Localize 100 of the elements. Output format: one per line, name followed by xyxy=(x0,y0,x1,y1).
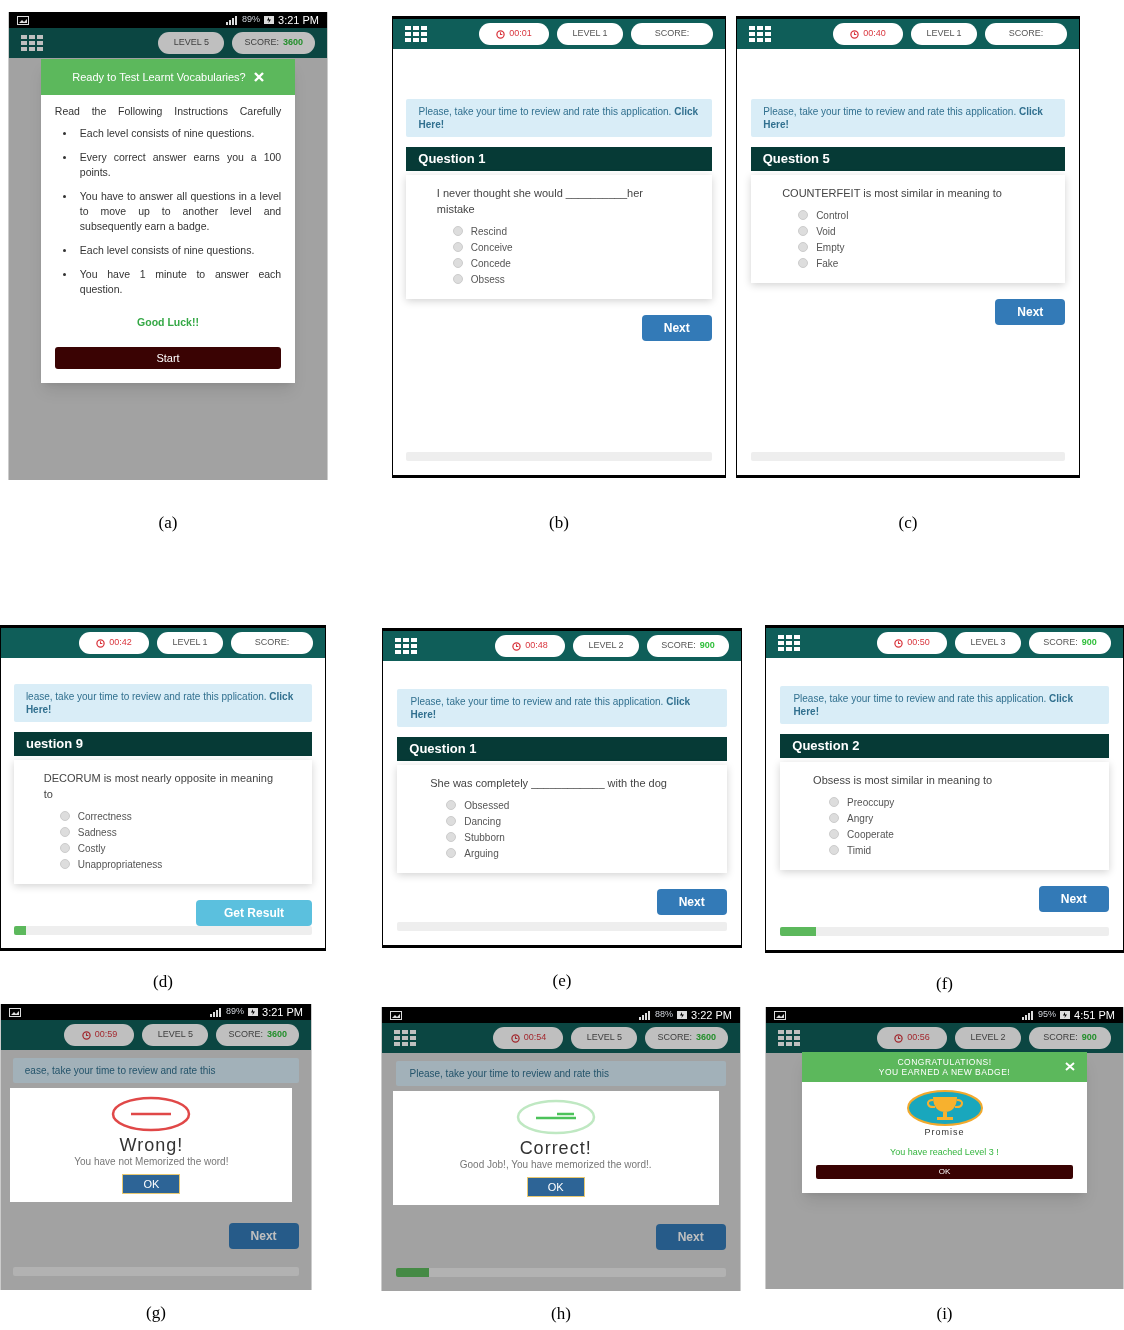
badge-name: Promise xyxy=(924,1126,965,1139)
rate-app-notice: lease, take your time to review and rate this pplication. Click Here! xyxy=(13,684,313,722)
radio-button[interactable] xyxy=(446,800,457,810)
question-title: Question 1 xyxy=(406,147,712,171)
answer-option[interactable]: Cooperate xyxy=(829,826,1076,842)
dialog-title: Ready to Test Learnt Vocabularies? xyxy=(72,69,246,85)
level-pill: LEVEL 5 xyxy=(142,1024,209,1046)
menu-icon xyxy=(21,35,43,51)
answer-option[interactable]: Dancing xyxy=(446,813,694,829)
clock-icon xyxy=(496,29,506,39)
next-button[interactable]: Next xyxy=(655,1224,726,1250)
timer-text: 00:48 xyxy=(525,639,548,653)
radio-button[interactable] xyxy=(59,827,70,837)
radio-button[interactable] xyxy=(446,832,457,842)
timer-text: 00:42 xyxy=(109,636,132,650)
ok-button[interactable]: OK xyxy=(815,1165,1074,1179)
ok-button[interactable]: OK xyxy=(526,1177,585,1197)
next-button[interactable]: Next xyxy=(1038,886,1109,912)
answer-option[interactable]: Concede xyxy=(452,255,682,271)
answer-option[interactable]: Unappropriateness xyxy=(59,856,283,872)
radio-button[interactable] xyxy=(452,242,463,252)
battery-percent: 89% xyxy=(242,13,261,27)
radio-button[interactable] xyxy=(446,848,457,858)
radio-button[interactable] xyxy=(798,242,809,252)
rate-app-notice: Please, take your time to review and rate this application. Click Here! xyxy=(750,99,1066,137)
instructions-intro: Read the Following Instructions Carefully xyxy=(54,105,282,117)
next-button[interactable]: Next xyxy=(995,299,1066,325)
radio-button[interactable] xyxy=(829,845,840,855)
figure-caption: (c) xyxy=(897,512,919,534)
level-pill: LEVEL 1 xyxy=(557,23,623,45)
radio-button[interactable] xyxy=(59,859,70,869)
score-value: 900 xyxy=(699,639,715,653)
answer-option[interactable]: Conceive xyxy=(452,239,682,255)
question-text: COUNTERFEIT is most similar in meaning to xyxy=(782,186,1003,201)
radio-button[interactable] xyxy=(452,274,463,284)
next-button[interactable]: Next xyxy=(656,889,727,915)
level-pill: LEVEL 2 xyxy=(955,1027,1021,1049)
start-button[interactable]: Start xyxy=(54,346,282,369)
timer-text: 00:50 xyxy=(907,636,930,650)
level-message: You have reached Level 3 ! xyxy=(890,1145,999,1159)
radio-button[interactable] xyxy=(59,843,70,853)
menu-icon xyxy=(749,26,771,42)
answer-option[interactable]: Obsess xyxy=(452,271,682,287)
score-value: 900 xyxy=(1081,1031,1097,1045)
figure-caption: (f) xyxy=(935,973,954,995)
radio-button[interactable] xyxy=(798,210,809,220)
status-time: 3:22 PM xyxy=(691,1007,732,1023)
battery-icon xyxy=(264,15,275,25)
level-pill: LEVEL 1 xyxy=(911,23,977,45)
answer-option[interactable]: Correctness xyxy=(59,808,283,824)
answer-option[interactable]: Costly xyxy=(59,840,283,856)
answer-option[interactable]: Obsessed xyxy=(446,797,694,813)
rate-app-notice: Please, take your time to review and rate this application. Click Here! xyxy=(780,686,1109,724)
radio-button[interactable] xyxy=(452,258,463,268)
battery-icon xyxy=(248,1007,259,1017)
next-button[interactable]: Next xyxy=(641,315,712,341)
dialog-message: You have not Memorized the word! xyxy=(73,1156,230,1168)
radio-button[interactable] xyxy=(798,258,809,268)
radio-button[interactable] xyxy=(452,226,463,236)
score-label: SCORE: xyxy=(661,639,696,653)
radio-button[interactable] xyxy=(829,829,840,839)
answer-option[interactable]: Timid xyxy=(829,842,1076,858)
signal-icon xyxy=(210,1007,222,1017)
figure-caption: (d) xyxy=(152,971,174,993)
answer-option[interactable]: Fake xyxy=(798,255,1034,271)
answer-option[interactable]: Sadness xyxy=(59,824,283,840)
answer-option[interactable]: Preoccupy xyxy=(829,794,1076,810)
clock-icon xyxy=(894,1033,904,1043)
instruction-text: You have 1 minute to answer each question. xyxy=(79,267,282,297)
score-value: 3600 xyxy=(282,36,303,50)
figure-caption: (g) xyxy=(145,1302,167,1324)
answer-option[interactable]: Angry xyxy=(829,810,1076,826)
menu-icon xyxy=(405,26,427,42)
radio-button[interactable] xyxy=(798,226,809,236)
answer-option[interactable]: Arguing xyxy=(446,845,694,861)
answer-option[interactable]: Empty xyxy=(798,239,1034,255)
menu-icon xyxy=(778,1030,800,1046)
instruction-text: Every correct answer earns you a 100 points. xyxy=(79,150,282,180)
radio-button[interactable] xyxy=(59,811,70,821)
radio-button[interactable] xyxy=(446,816,457,826)
timer-text: 00:59 xyxy=(94,1028,118,1042)
score-value: 3600 xyxy=(695,1031,716,1045)
menu-icon xyxy=(394,1030,416,1046)
answer-option[interactable]: Void xyxy=(798,223,1034,239)
success-circle-icon xyxy=(515,1099,596,1135)
rate-app-notice: Please, take your time to review and rate this application. Click Here! xyxy=(397,689,727,727)
menu-icon xyxy=(395,638,417,654)
clock-icon xyxy=(850,29,860,39)
radio-button[interactable] xyxy=(829,797,840,807)
timer-text: 00:01 xyxy=(509,27,532,41)
answer-option[interactable]: Stubborn xyxy=(446,829,694,845)
answer-option[interactable]: Control xyxy=(798,207,1034,223)
answer-option[interactable]: Rescind xyxy=(452,223,682,239)
radio-button[interactable] xyxy=(829,813,840,823)
next-button[interactable]: Next xyxy=(228,1223,299,1249)
question-title: Question 5 xyxy=(750,147,1066,171)
question-text: DECORUM is most nearly opposite in meaning to xyxy=(43,771,274,802)
rate-app-notice: Please, take your time to review and rate this xyxy=(396,1061,726,1086)
ok-button[interactable]: OK xyxy=(122,1174,181,1194)
level-pill: LEVEL 3 xyxy=(955,632,1021,654)
